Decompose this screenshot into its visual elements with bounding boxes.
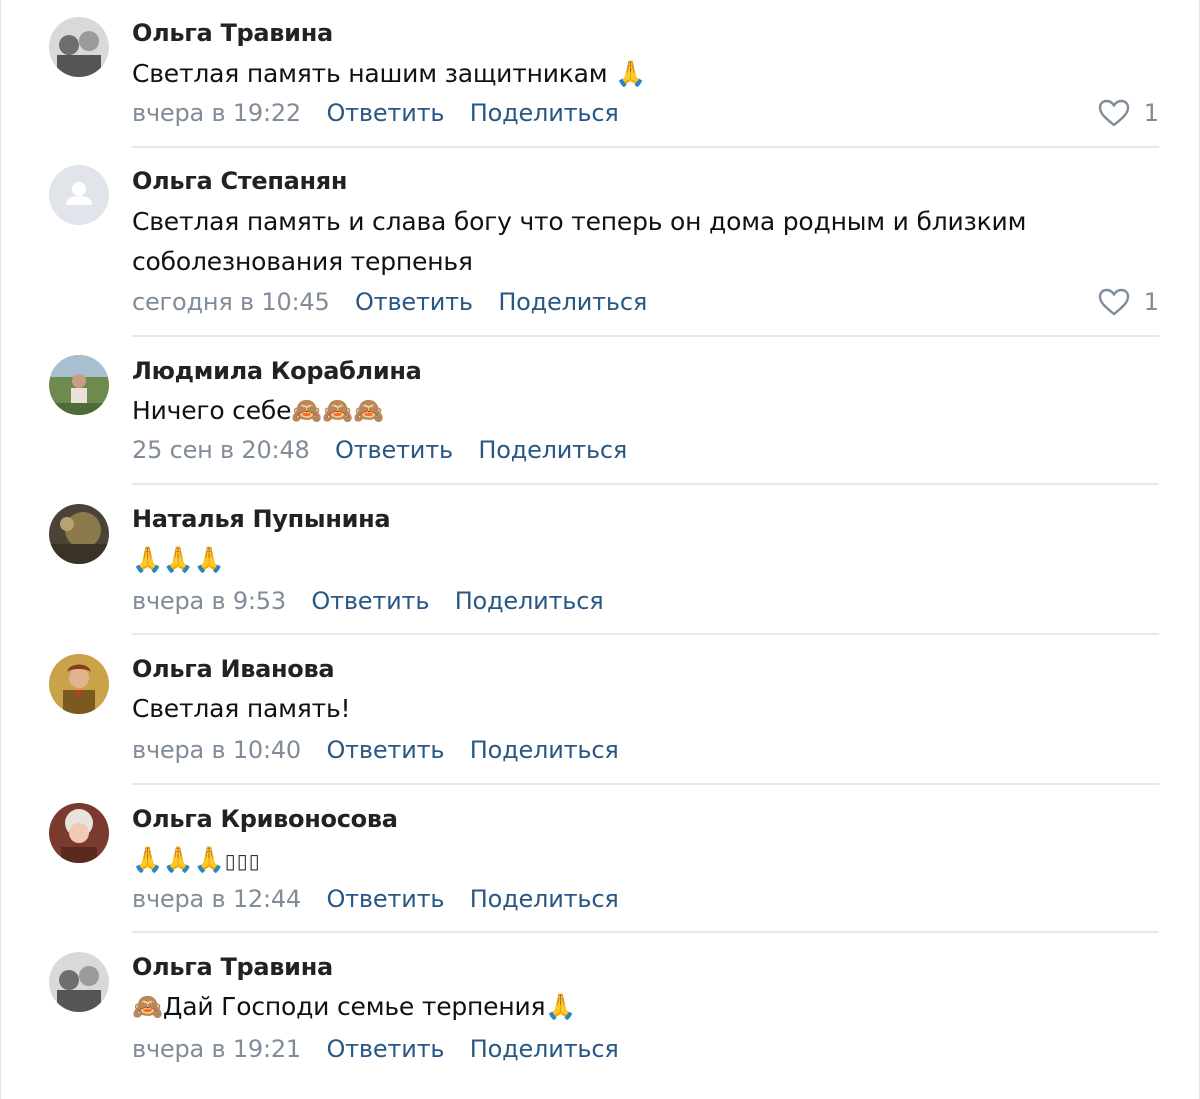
comment-author[interactable]: Людмила Кораблина bbox=[132, 357, 422, 385]
share-button[interactable]: Поделиться bbox=[470, 885, 619, 913]
divider bbox=[132, 146, 1159, 148]
comment-author[interactable]: Ольга Иванова bbox=[132, 655, 335, 683]
comment-author[interactable]: Ольга Травина bbox=[132, 19, 333, 47]
reply-button[interactable]: Ответить bbox=[355, 288, 473, 316]
reply-button[interactable]: Ответить bbox=[335, 436, 453, 464]
share-button[interactable]: Поделиться bbox=[478, 436, 627, 464]
comment-author[interactable]: Наталья Пупынина bbox=[132, 505, 391, 533]
avatar[interactable] bbox=[49, 165, 109, 225]
divider bbox=[132, 633, 1159, 635]
like-button[interactable]: 1 bbox=[1098, 288, 1159, 316]
comment-text-line: Светлая память и слава богу что теперь о… bbox=[132, 207, 1027, 236]
photo-avatar-icon bbox=[49, 952, 109, 1012]
avatar[interactable] bbox=[49, 504, 109, 564]
share-button[interactable]: Поделиться bbox=[498, 288, 647, 316]
divider bbox=[132, 931, 1159, 933]
like-count: 1 bbox=[1143, 99, 1159, 127]
comment-date[interactable]: 25 сен в 20:48 bbox=[132, 436, 310, 464]
divider bbox=[132, 783, 1159, 785]
photo-avatar-icon bbox=[49, 654, 109, 714]
divider bbox=[132, 335, 1159, 337]
share-button[interactable]: Поделиться bbox=[470, 1035, 619, 1063]
photo-avatar-icon bbox=[49, 803, 109, 863]
comment-meta: вчера в 12:44 Ответить Поделиться bbox=[132, 885, 619, 913]
comment-date[interactable]: вчера в 19:22 bbox=[132, 99, 301, 127]
heart-icon bbox=[1098, 99, 1129, 127]
reply-button[interactable]: Ответить bbox=[326, 885, 444, 913]
comment-author[interactable]: Ольга Степанян bbox=[132, 167, 348, 195]
avatar[interactable] bbox=[49, 654, 109, 714]
unsupported-glyphs: ▯▯▯ bbox=[224, 849, 261, 873]
reply-button[interactable]: Ответить bbox=[326, 99, 444, 127]
reply-button[interactable]: Ответить bbox=[326, 1035, 444, 1063]
emoji-text: 🙏🙏🙏 bbox=[132, 845, 225, 874]
avatar[interactable] bbox=[49, 17, 109, 77]
comment-date[interactable]: вчера в 10:40 bbox=[132, 736, 301, 764]
share-button[interactable]: Поделиться bbox=[470, 99, 619, 127]
avatar[interactable] bbox=[49, 952, 109, 1012]
comments-feed: Ольга Травина Светлая память нашим защит… bbox=[0, 0, 1200, 1099]
comment-meta: вчера в 19:22 Ответить Поделиться bbox=[132, 99, 619, 127]
comment-meta: вчера в 9:53 Ответить Поделиться bbox=[132, 587, 604, 615]
like-button[interactable]: 1 bbox=[1098, 99, 1159, 127]
comment-meta: 25 сен в 20:48 Ответить Поделиться bbox=[132, 436, 627, 464]
comment-meta: сегодня в 10:45 Ответить Поделиться bbox=[132, 288, 647, 316]
heart-icon bbox=[1098, 288, 1129, 316]
comment-text: Светлая память и слава богу что теперь о… bbox=[132, 202, 1092, 282]
user-placeholder-icon bbox=[49, 165, 109, 225]
comment-text: 🙏🙏🙏 bbox=[132, 545, 225, 574]
reply-button[interactable]: Ответить bbox=[311, 587, 429, 615]
comment-text-line: соболезнования терпенья bbox=[132, 247, 473, 276]
photo-avatar-icon bbox=[49, 355, 109, 415]
comment-text: Светлая память! bbox=[132, 694, 351, 723]
comment-date[interactable]: вчера в 12:44 bbox=[132, 885, 301, 913]
avatar[interactable] bbox=[49, 355, 109, 415]
comment-text: 🙈Дай Господи семье терпения🙏 bbox=[132, 992, 577, 1021]
comment-text: Светлая память нашим защитникам 🙏 bbox=[132, 59, 647, 88]
comment-date[interactable]: вчера в 19:21 bbox=[132, 1035, 301, 1063]
comment-meta: вчера в 19:21 Ответить Поделиться bbox=[132, 1035, 619, 1063]
share-button[interactable]: Поделиться bbox=[455, 587, 604, 615]
reply-button[interactable]: Ответить bbox=[326, 736, 444, 764]
comment-text: Ничего себе🙈🙈🙈 bbox=[132, 396, 385, 425]
photo-avatar-icon bbox=[49, 504, 109, 564]
comment-date[interactable]: вчера в 9:53 bbox=[132, 587, 286, 615]
comment-date[interactable]: сегодня в 10:45 bbox=[132, 288, 330, 316]
comment-text: 🙏🙏🙏▯▯▯ bbox=[132, 840, 1092, 881]
comment-author[interactable]: Ольга Травина bbox=[132, 953, 333, 981]
like-count: 1 bbox=[1143, 288, 1159, 316]
comment-author[interactable]: Ольга Кривоносова bbox=[132, 805, 398, 833]
divider bbox=[132, 483, 1159, 485]
avatar[interactable] bbox=[49, 803, 109, 863]
comment-meta: вчера в 10:40 Ответить Поделиться bbox=[132, 736, 619, 764]
share-button[interactable]: Поделиться bbox=[470, 736, 619, 764]
photo-avatar-icon bbox=[49, 17, 109, 77]
